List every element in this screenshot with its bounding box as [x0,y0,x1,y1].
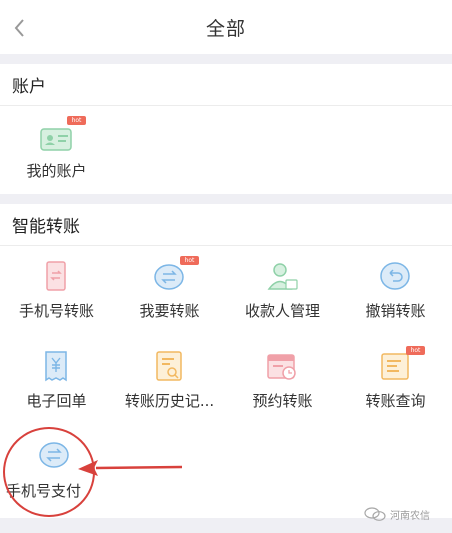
section-title-transfer: 智能转账 [0,204,452,246]
payee-management-label: 收款人管理 [244,302,320,320]
account-section: 账户 hot 我的账户 [0,64,452,194]
top-nav-bar: 全部 [0,0,452,54]
my-account-tile[interactable]: hot 我的账户 [0,106,113,196]
transfer-query-label: 转账查询 [365,392,426,410]
receipt-yen-icon [45,351,67,382]
calendar-clock-icon [267,354,296,380]
scheduled-transfer-tile[interactable]: 预约转账 [226,336,339,426]
mobile-pay-label: 手机号支付 [6,482,82,500]
back-chevron-icon[interactable] [10,17,30,39]
mobile-phone-icon [46,261,66,291]
transfer-history-tile[interactable]: 转账历史记... [113,336,226,426]
mobile-pay-tile[interactable]: 手机号支付 [0,426,113,516]
mobile-transfer-label: 手机号转账 [18,302,94,320]
cancel-transfer-label: 撤销转账 [365,302,426,320]
history-search-icon [156,351,182,381]
e-receipt-label: 电子回单 [26,392,87,410]
hot-badge: hot [180,256,199,265]
payee-person-icon [267,263,298,290]
watermark-text: 河南农信 [390,510,430,522]
hot-badge: hot [67,116,86,125]
mobile-pay-exchange-icon [39,442,69,468]
my-transfer-tile[interactable]: hot 我要转账 [113,246,226,336]
page-title: 全部 [205,17,246,40]
scheduled-transfer-label: 预约转账 [252,392,313,410]
mobile-transfer-tile[interactable]: 手机号转账 [0,246,113,336]
e-receipt-tile[interactable]: 电子回单 [0,336,113,426]
watermark: 河南农信 [364,505,430,523]
undo-icon [380,262,410,290]
my-account-label: 我的账户 [26,162,87,180]
payee-management-tile[interactable]: 收款人管理 [226,246,339,336]
wechat-logo-icon [364,507,386,521]
transfer-history-label: 转账历史记... [124,392,215,410]
section-title-account: 账户 [0,64,452,106]
hot-badge: hot [406,346,425,355]
smart-transfer-section: 智能转账 手机号转账 hot 我要转账 收款人管理 撤销转账 电子回单 转账历史… [0,204,452,518]
cancel-transfer-tile[interactable]: 撤销转账 [339,246,452,336]
transfer-query-tile[interactable]: hot 转账查询 [339,336,452,426]
my-transfer-label: 我要转账 [139,302,200,320]
